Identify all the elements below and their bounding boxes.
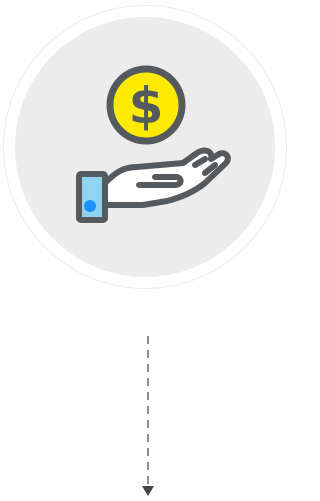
hand-icon: [102, 147, 231, 208]
coin-icon: $: [106, 65, 186, 145]
hand-holding-coin-icon: $: [76, 65, 231, 223]
cuff-button: [84, 200, 96, 212]
sleeve-cuff: [76, 171, 108, 223]
dollar-sign: $: [129, 77, 164, 135]
dashed-arrow-down-icon: [142, 336, 154, 496]
